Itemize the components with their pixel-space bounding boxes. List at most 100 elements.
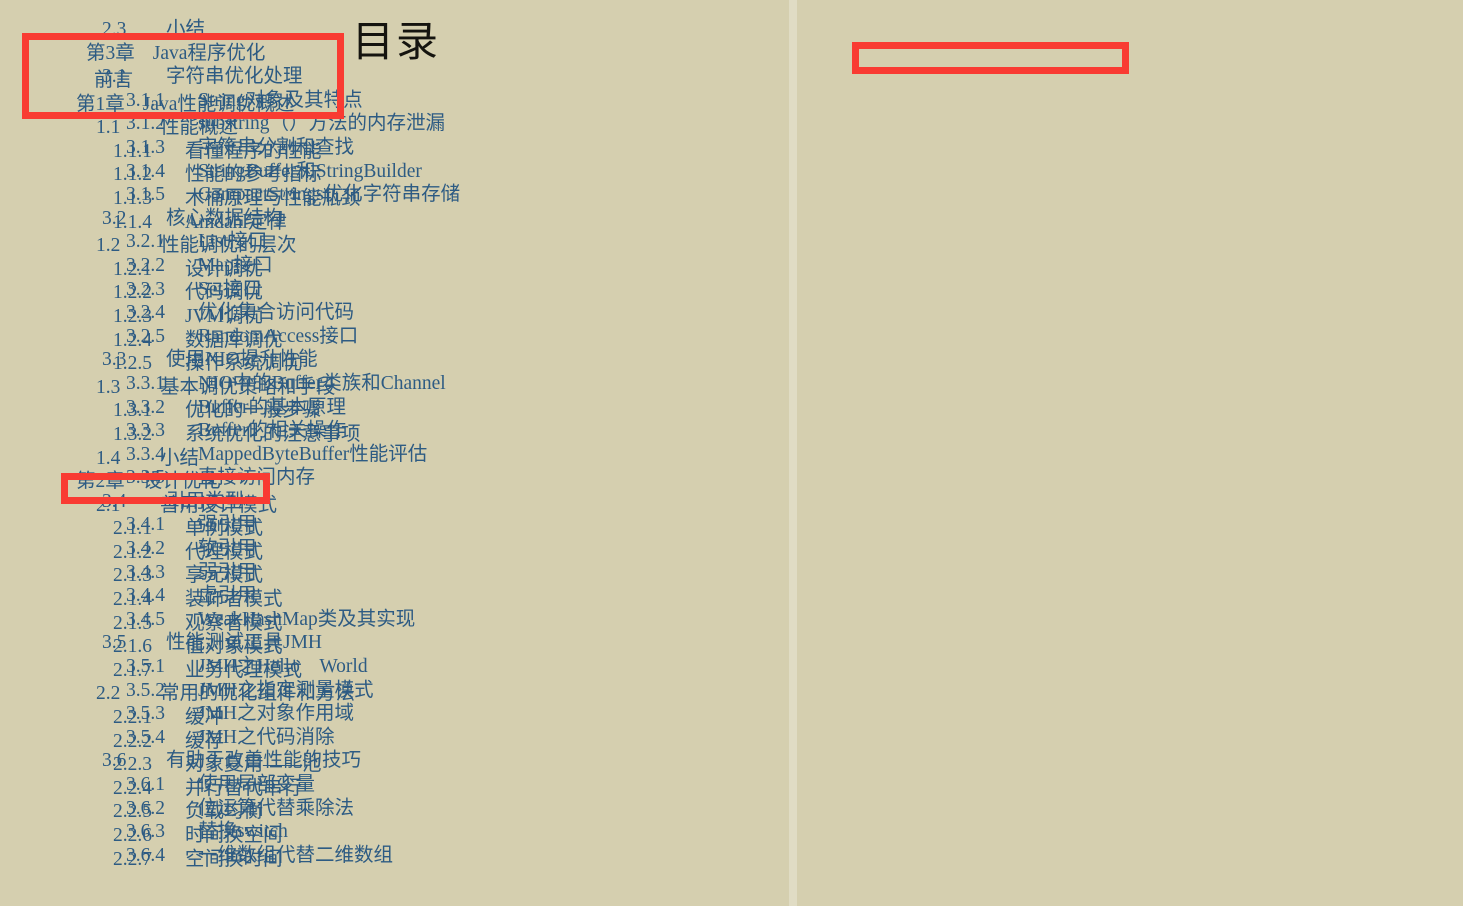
toc-entry[interactable]: 3.4.4 虚引用 — [0, 584, 460, 608]
toc-entry-number: 3.1.3 — [126, 136, 165, 158]
toc-entry-title: 直接访问内存 — [198, 467, 316, 489]
toc-entry[interactable]: 3.6.3 替换switch — [0, 820, 460, 844]
toc-entry[interactable]: 3.4.5 WeakHashMap类及其实现 — [0, 608, 460, 632]
toc-entry[interactable]: 3.2.3 Set接口 — [0, 278, 460, 302]
toc-entry[interactable]: 第3章 Java程序优化 — [0, 42, 460, 66]
toc-entry-number: 3.4.4 — [126, 585, 165, 607]
toc-entry-title: JMH之代码消除 — [198, 726, 335, 748]
toc-entry-title: 小结 — [166, 19, 206, 40]
toc-entry-title: 字符串分割和查找 — [198, 136, 355, 158]
toc-entry-title: substring（）方法的内存泄漏 — [198, 113, 446, 135]
toc-entry-number: 3.2.4 — [126, 302, 165, 324]
toc-list-right: 2.3 小结第3章 Java程序优化 3.1 字符串优化处理 3.1.1 String对象及… — [0, 18, 460, 867]
toc-entry-title: NIO中的Buffer类族和Channel — [198, 372, 446, 394]
toc-entry[interactable]: 3.2.2 Map接口 — [0, 254, 460, 278]
toc-entry[interactable]: 3.1.1 String对象及其特点 — [0, 89, 460, 113]
toc-entry-number: 3.1 — [102, 66, 127, 88]
toc-entry-title: Set接口 — [198, 278, 262, 300]
toc-entry[interactable]: 3.1.2 substring（）方法的内存泄漏 — [0, 112, 460, 136]
toc-entry[interactable]: 3.6.1 使用局部变量 — [0, 773, 460, 797]
toc-entry[interactable]: 3.5.3 JMH之对象作用域 — [0, 702, 460, 726]
toc-entry-number: 3.1.5 — [126, 184, 165, 206]
toc-entry[interactable]: 3.3.2 Buffer的基本原理 — [0, 396, 460, 420]
toc-entry[interactable]: 3.4 引用类型 — [0, 490, 460, 514]
toc-entry-title: StringBuffer和StringBuilder — [198, 160, 422, 182]
toc-entry[interactable]: 3.3 使用NIO提升性能 — [0, 348, 460, 372]
toc-entry[interactable]: 3.2.4 优化集合访问代码 — [0, 301, 460, 325]
toc-entry-number: 3.6.2 — [126, 797, 165, 819]
toc-entry-title: 性能测试工具JMH — [166, 632, 323, 654]
toc-entry[interactable]: 3.2.1 List接口 — [0, 230, 460, 254]
toc-entry-number: 3.2 — [102, 207, 127, 229]
toc-entry[interactable]: 3.6.2 位运算代替乘除法 — [0, 797, 460, 821]
right-page — [797, 0, 1463, 906]
toc-entry-title: 位运算代替乘除法 — [198, 797, 355, 819]
toc-entry-title: 核心数据结构 — [166, 207, 284, 229]
toc-entry-number: 3.4.5 — [126, 608, 165, 630]
toc-entry-number: 3.6 — [102, 750, 127, 772]
toc-entry[interactable]: 3.2.5 RandomAccess接口 — [0, 325, 460, 349]
toc-entry[interactable]: 3.2 核心数据结构 — [0, 207, 460, 231]
toc-entry-title: 优化集合访问代码 — [198, 302, 355, 324]
toc-entry-title: MappedByteBuffer性能评估 — [198, 443, 428, 465]
toc-entry[interactable]: 3.1 字符串优化处理 — [0, 65, 460, 89]
toc-entry-title: 软引用 — [198, 538, 257, 560]
toc-entry-number: 3.2.2 — [126, 254, 165, 276]
toc-entry-number: 3.3.2 — [126, 396, 165, 418]
toc-entry-number: 3.2.3 — [126, 278, 165, 300]
toc-entry-title: 引用类型 — [166, 490, 245, 512]
toc-entry-number: 3.5.2 — [126, 679, 165, 701]
toc-entry-number: 3.4.2 — [126, 538, 165, 560]
toc-entry-number: 3.1.4 — [126, 160, 165, 182]
toc-entry[interactable]: 3.5.1 JMH之Hello World — [0, 655, 460, 679]
toc-entry[interactable]: 3.3.3 Buffer的相关操作 — [0, 419, 460, 443]
toc-entry[interactable]: 3.5.4 JMH之代码消除 — [0, 726, 460, 750]
toc-entry-title: 有助于改善性能的技巧 — [166, 750, 362, 772]
toc-entry-number: 3.3.1 — [126, 372, 165, 394]
toc-entry-number: 3.2.1 — [126, 231, 165, 253]
toc-entry-number: 3.5.1 — [126, 656, 165, 678]
toc-entry-number: 2.3 — [102, 19, 127, 40]
toc-entry-title: JMH之对象作用域 — [198, 703, 355, 725]
toc-entry-number: 3.1.1 — [126, 89, 165, 111]
toc-entry-number: 3.5.3 — [126, 703, 165, 725]
toc-entry-title: Buffer的基本原理 — [198, 396, 347, 418]
toc-entry-number: 3.6.1 — [126, 774, 165, 795]
toc-entry-title: Map接口 — [198, 254, 273, 276]
toc-entry-number: 3.3.5 — [126, 467, 165, 489]
toc-entry-number: 3.4.3 — [126, 561, 165, 583]
toc-entry-title: JMH之Hello World — [198, 656, 368, 678]
toc-entry[interactable]: 3.4.1 强引用 — [0, 513, 460, 537]
toc-entry[interactable]: 3.3.1 NIO中的Buffer类族和Channel — [0, 372, 460, 396]
toc-entry-number: 3.4.1 — [126, 514, 165, 536]
toc-entry-number: 3.5.4 — [126, 726, 165, 748]
toc-entry-title: JMH之指定测量模式 — [198, 679, 374, 701]
toc-entry-title: 替换switch — [198, 821, 288, 843]
toc-entry-title: 一维数组代替二维数组 — [198, 844, 394, 866]
toc-entry[interactable]: 3.6.4 一维数组代替二维数组 — [0, 844, 460, 868]
toc-entry-title: 字符串优化处理 — [166, 66, 303, 88]
toc-entry-number: 3.5 — [102, 632, 127, 654]
toc-entry[interactable]: 3.4.2 软引用 — [0, 537, 460, 561]
toc-entry-title: Buffer的相关操作 — [198, 420, 347, 442]
toc-entry-title: List接口 — [198, 231, 268, 253]
toc-entry[interactable]: 3.1.4 StringBuffer和StringBuilder — [0, 160, 460, 184]
toc-entry-title: Java程序优化 — [152, 42, 266, 64]
toc-entry[interactable]: 3.4.3 弱引用 — [0, 561, 460, 585]
toc-entry[interactable]: 3.5.2 JMH之指定测量模式 — [0, 679, 460, 703]
toc-entry[interactable]: 3.3.5 直接访问内存 — [0, 466, 460, 490]
toc-entry[interactable]: 3.1.5 CompactStrings优化字符串存储 — [0, 183, 460, 207]
toc-entry-number: 3.6.3 — [126, 821, 165, 843]
book-toc-page: 目录 前言 第1章 Java性能调优概述 1.1 性能概述 1.1.1 看懂程序的性能 1.1… — [0, 0, 1463, 906]
toc-entry-number: 3.3 — [102, 349, 127, 371]
toc-entry-number: 3.4 — [102, 490, 127, 512]
toc-entry[interactable]: 2.3 小结 — [0, 18, 460, 42]
toc-entry[interactable]: 3.5 性能测试工具JMH — [0, 631, 460, 655]
toc-entry[interactable]: 3.6 有助于改善性能的技巧 — [0, 749, 460, 773]
toc-entry-number: 第3章 — [86, 42, 135, 64]
toc-entry-title: CompactStrings优化字符串存储 — [198, 184, 461, 206]
toc-entry-number: 3.3.3 — [126, 420, 165, 442]
toc-entry[interactable]: 3.1.3 字符串分割和查找 — [0, 136, 460, 160]
toc-entry[interactable]: 3.3.4 MappedByteBuffer性能评估 — [0, 443, 460, 467]
toc-entry-number: 3.6.4 — [126, 844, 165, 866]
